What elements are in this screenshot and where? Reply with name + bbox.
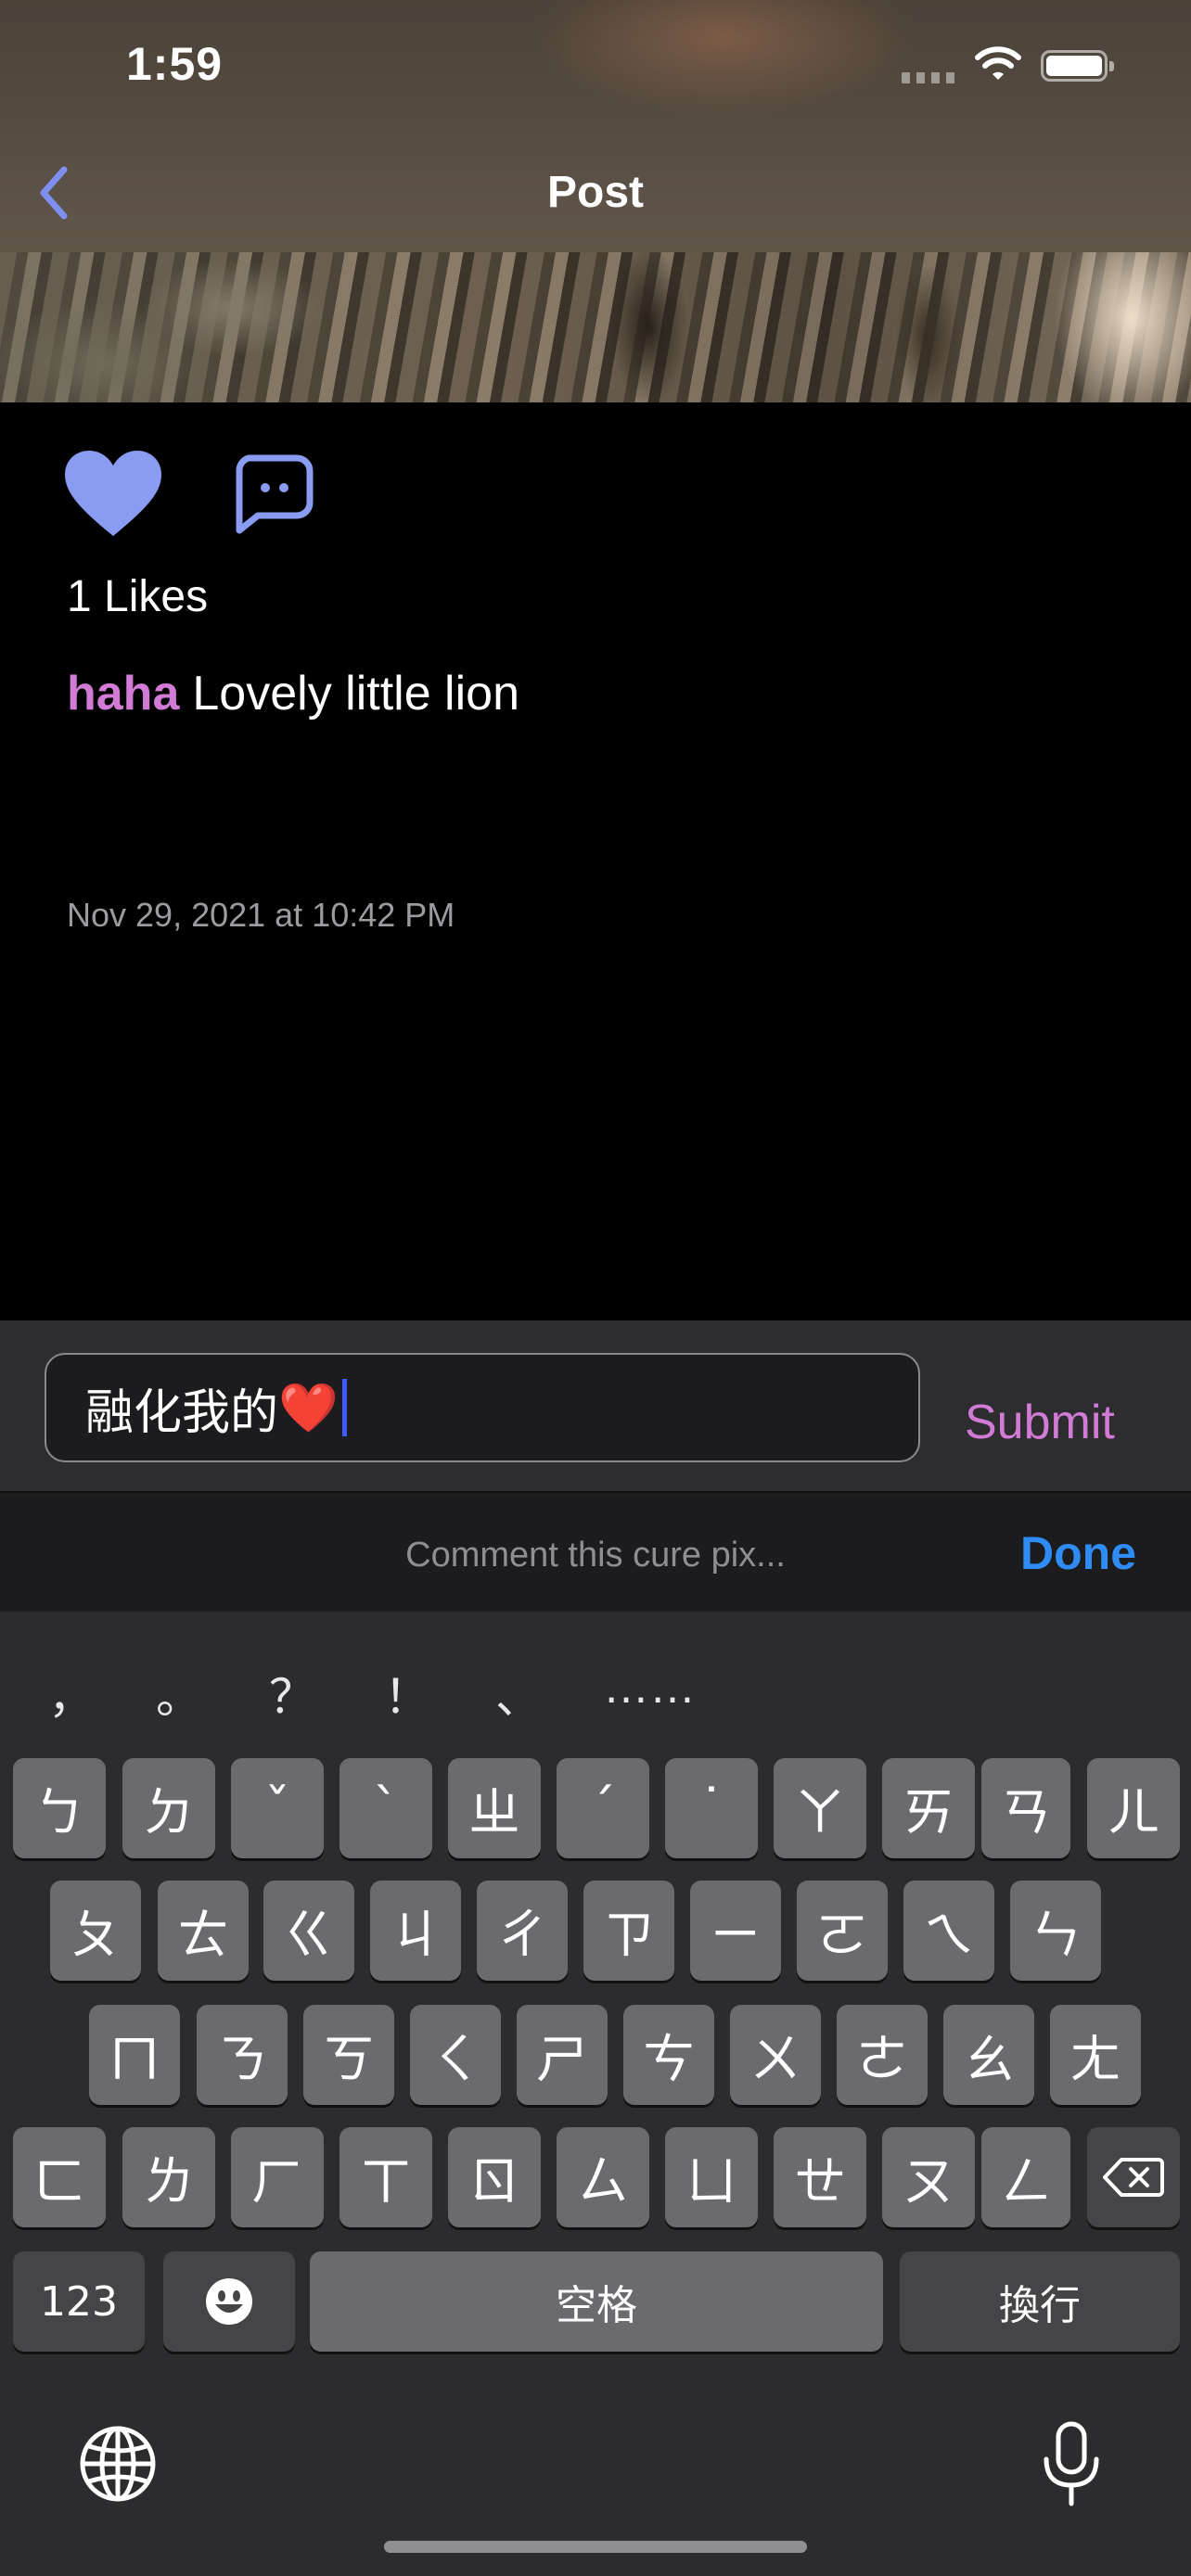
key-tone5[interactable]: ˙ <box>665 1758 758 1858</box>
delete-key[interactable] <box>1087 2127 1180 2227</box>
status-time: 1:59 <box>126 38 224 90</box>
return-key[interactable]: 換行 <box>900 2251 1180 2352</box>
key-ou[interactable]: ㄡ <box>882 2127 975 2227</box>
key-tone4[interactable]: ˋ <box>339 1758 432 1858</box>
key-p[interactable]: ㄆ <box>50 1881 141 1981</box>
post-caption: haha Lovely little lion <box>67 666 519 721</box>
key-ei[interactable]: ㄟ <box>903 1881 994 1981</box>
key-k[interactable]: ㄎ <box>303 2005 394 2105</box>
submit-button[interactable]: Submit <box>965 1395 1115 1450</box>
battery-icon <box>1041 50 1114 82</box>
key-ao[interactable]: ㄠ <box>943 2005 1034 2105</box>
key-j[interactable]: ㄐ <box>370 1881 461 1981</box>
key-an[interactable]: ㄢ <box>981 1758 1070 1858</box>
punct-key[interactable]: ， <box>48 1660 95 1727</box>
key-yu[interactable]: ㄩ <box>665 2127 758 2227</box>
key-h[interactable]: ㄏ <box>231 2127 324 2227</box>
key-m[interactable]: ㄇ <box>89 2005 180 2105</box>
key-zh[interactable]: ㄓ <box>448 1758 541 1858</box>
key-s[interactable]: ㄙ <box>557 2127 649 2227</box>
key-z[interactable]: ㄗ <box>583 1881 674 1981</box>
keyboard-accessory-bar: Comment this cure pix... Done <box>0 1491 1191 1612</box>
backspace-icon <box>1103 2158 1164 2197</box>
key-ai[interactable]: ㄞ <box>882 1758 975 1858</box>
emoji-key[interactable] <box>163 2251 295 2352</box>
key-a[interactable]: ㄚ <box>774 1758 866 1858</box>
home-indicator[interactable] <box>384 2541 807 2553</box>
key-er[interactable]: ㄦ <box>1087 1758 1180 1858</box>
text-caret <box>341 1379 347 1436</box>
comment-input[interactable]: 融化我的 ❤️ <box>45 1353 920 1462</box>
comment-input-text: 融化我的 <box>85 1385 279 1440</box>
key-eh[interactable]: ㄝ <box>774 2127 866 2227</box>
punct-key[interactable]: ！ <box>384 1660 430 1727</box>
caption-text: Lovely little lion <box>192 667 519 721</box>
key-e[interactable]: ㄜ <box>837 2005 928 2105</box>
key-f[interactable]: ㄈ <box>13 2127 106 2227</box>
key-t[interactable]: ㄊ <box>158 1881 249 1981</box>
comment-bar: 融化我的 ❤️ Submit <box>0 1320 1191 1491</box>
key-o[interactable]: ㄛ <box>797 1881 888 1981</box>
heart-emoji: ❤️ <box>278 1380 339 1436</box>
comment-icon[interactable] <box>230 453 315 534</box>
key-tone3[interactable]: ˇ <box>231 1758 324 1858</box>
key-sh[interactable]: ㄕ <box>517 2005 608 2105</box>
wifi-icon <box>975 46 1021 80</box>
caption-username[interactable]: haha <box>67 667 179 721</box>
key-n[interactable]: ㄋ <box>197 2005 288 2105</box>
page-title: Post <box>546 168 644 217</box>
post-timestamp: Nov 29, 2021 at 10:42 PM <box>67 896 455 934</box>
numbers-key[interactable]: 123 <box>13 2251 145 2352</box>
cellular-signal-icon <box>902 72 955 83</box>
key-r[interactable]: ㄖ <box>448 2127 541 2227</box>
punct-key[interactable]: …… <box>603 1660 696 1714</box>
key-b[interactable]: ㄅ <box>13 1758 106 1858</box>
key-g[interactable]: ㄍ <box>263 1881 354 1981</box>
key-q[interactable]: ㄑ <box>410 2005 501 2105</box>
globe-icon[interactable] <box>78 2424 158 2504</box>
key-ch[interactable]: ㄔ <box>477 1881 568 1981</box>
key-u[interactable]: ㄨ <box>730 2005 821 2105</box>
punct-key[interactable]: 。 <box>156 1660 202 1727</box>
punct-key[interactable]: 、 <box>495 1660 542 1727</box>
key-ang[interactable]: ㄤ <box>1050 2005 1141 2105</box>
done-button[interactable]: Done <box>1020 1526 1136 1580</box>
punct-key[interactable]: ？ <box>269 1660 315 1727</box>
key-tone2[interactable]: ˊ <box>557 1758 649 1858</box>
microphone-icon[interactable] <box>1041 2420 1102 2509</box>
zhuyin-keyboard: ， 。 ？ ！ 、 …… ㄅ ㄉ ˇ ˋ ㄓ ˊ ˙ ㄚ ㄞ ㄢ ㄦ ㄆ ㄊ ㄍ… <box>0 1612 1191 2576</box>
key-en[interactable]: ㄣ <box>1010 1881 1101 1981</box>
key-i[interactable]: ㄧ <box>690 1881 781 1981</box>
key-l[interactable]: ㄌ <box>122 2127 215 2227</box>
heart-icon[interactable] <box>63 449 163 540</box>
emoji-icon <box>206 2278 252 2325</box>
key-x[interactable]: ㄒ <box>339 2127 432 2227</box>
key-d[interactable]: ㄉ <box>122 1758 215 1858</box>
space-key[interactable]: 空格 <box>310 2251 883 2352</box>
key-c[interactable]: ㄘ <box>623 2005 714 2105</box>
likes-count: 1 Likes <box>67 572 209 621</box>
key-eng[interactable]: ㄥ <box>981 2127 1070 2227</box>
accessory-placeholder: Comment this cure pix... <box>405 1536 786 1575</box>
